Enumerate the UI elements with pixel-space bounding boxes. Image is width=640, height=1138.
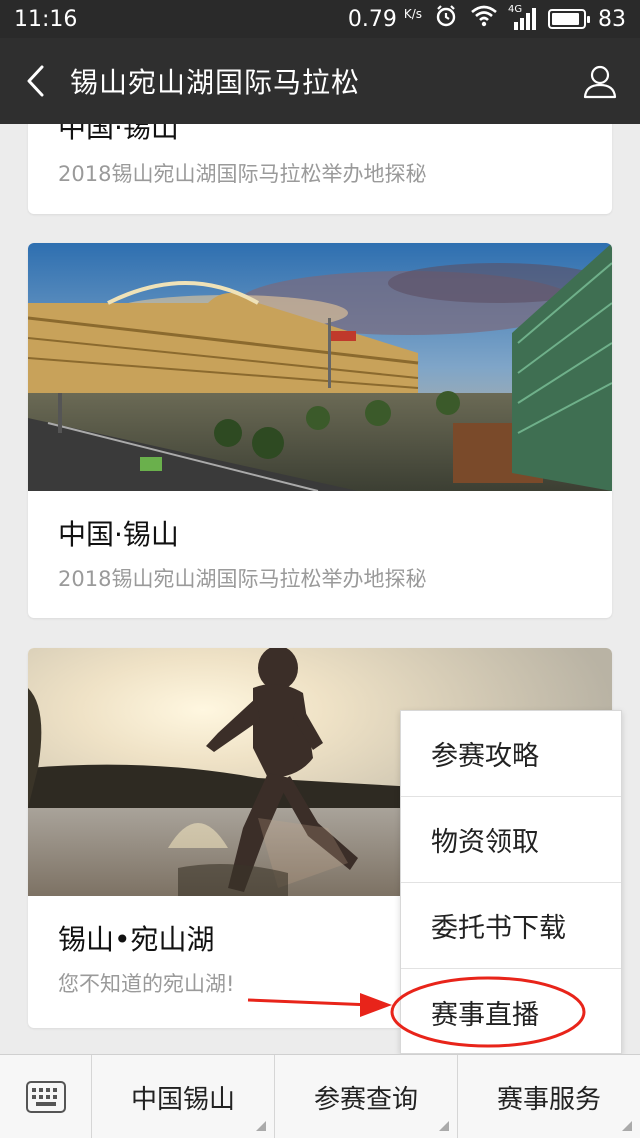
submenu-indicator-icon <box>439 1121 449 1131</box>
signal-icon: 4G <box>508 4 536 30</box>
tab-label: 赛事服务 <box>496 1084 601 1115</box>
wifi-icon <box>470 5 498 33</box>
tab-china-xishan[interactable]: 中国锡山 <box>92 1055 275 1138</box>
service-menu-popup: 参赛攻略 物资领取 委托书下载 赛事直播 <box>400 710 622 1054</box>
page-title: 锡山宛山湖国际马拉松 <box>70 66 361 99</box>
tab-event-services[interactable]: 赛事服务 <box>458 1055 640 1138</box>
battery-level: 83 <box>598 6 626 32</box>
tab-label: 中国锡山 <box>130 1084 235 1115</box>
menu-item-authorization-download[interactable]: 委托书下载 <box>401 883 621 969</box>
status-time: 11:16 <box>14 6 78 32</box>
card-subtitle: 您不知道的宛山湖! <box>58 972 235 996</box>
article-card[interactable]: 中国·锡山 2018锡山宛山湖国际马拉松举办地探秘 <box>28 243 612 618</box>
submenu-indicator-icon <box>622 1121 632 1131</box>
back-button[interactable] <box>0 38 70 124</box>
card-title: 锡山•宛山湖 <box>58 923 215 956</box>
submenu-indicator-icon <box>256 1121 266 1131</box>
nav-bar: 锡山宛山湖国际马拉松 <box>0 38 640 124</box>
bottom-menu-bar: 中国锡山 参赛查询 赛事服务 <box>0 1054 640 1138</box>
alarm-icon <box>434 4 458 34</box>
network-speed: 0.79 K/s <box>347 6 422 32</box>
battery-icon <box>548 9 590 29</box>
card-subtitle: 2018锡山宛山湖国际马拉松举办地探秘 <box>58 567 427 591</box>
tab-label: 参赛查询 <box>313 1084 418 1115</box>
user-icon <box>583 65 617 99</box>
keyboard-icon <box>25 1081 66 1113</box>
chevron-left-icon <box>27 65 44 97</box>
menu-item-strategy[interactable]: 参赛攻略 <box>401 711 621 797</box>
station-photo <box>28 243 612 491</box>
menu-item-live-broadcast[interactable]: 赛事直播 <box>401 969 621 1055</box>
card-title: 中国·锡山 <box>58 518 179 551</box>
keyboard-toggle-button[interactable] <box>0 1055 92 1138</box>
tab-registration-query[interactable]: 参赛查询 <box>275 1055 458 1138</box>
card-subtitle: 2018锡山宛山湖国际马拉松举办地探秘 <box>58 162 427 186</box>
status-bar: 11:16 0.79 K/s 4G 83 <box>0 0 640 38</box>
menu-item-supplies[interactable]: 物资领取 <box>401 797 621 883</box>
article-card[interactable]: 中国·锡山 2018锡山宛山湖国际马拉松举办地探秘 <box>28 124 612 214</box>
card-title: 中国·锡山 <box>58 124 179 144</box>
profile-button[interactable] <box>560 38 640 124</box>
status-icons: 0.79 K/s 4G 83 <box>348 4 626 34</box>
